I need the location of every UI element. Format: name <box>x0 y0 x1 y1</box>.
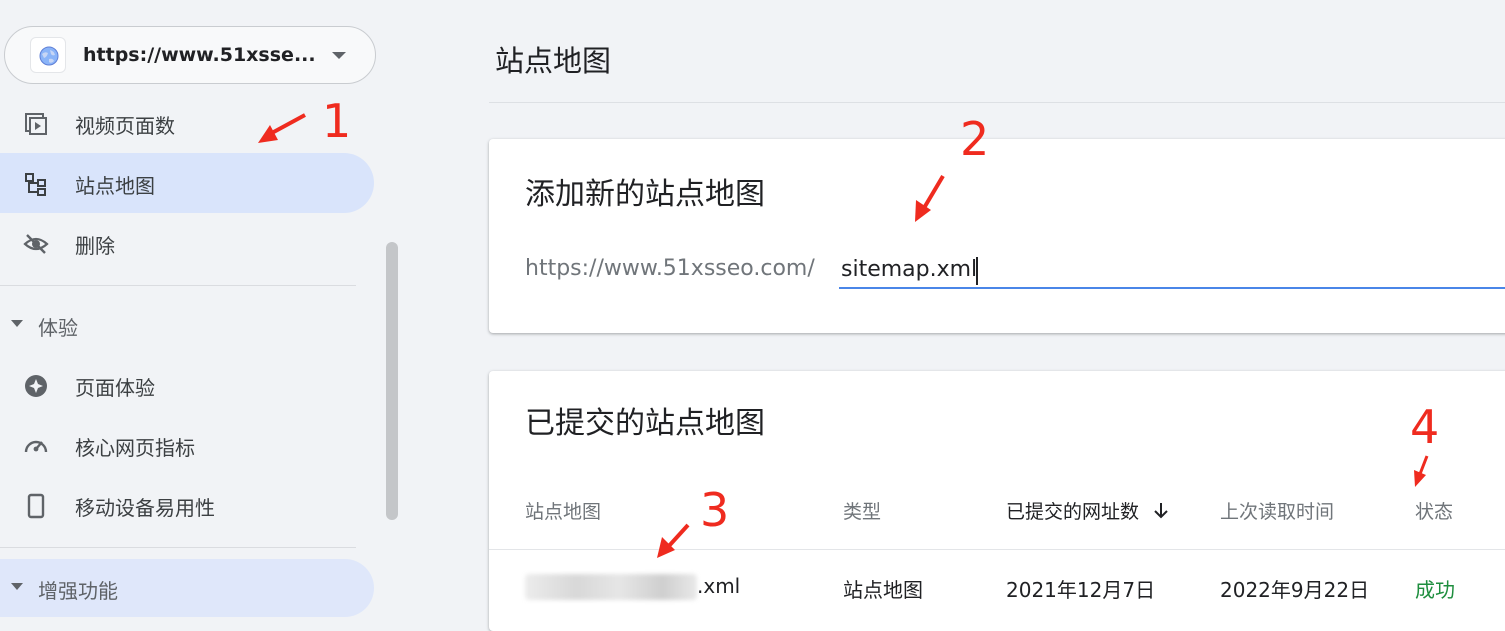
annotation-arrows <box>258 113 1429 558</box>
annotation-arrow <box>1418 455 1429 475</box>
annotation-arrowhead <box>1414 470 1426 487</box>
annotation-arrow <box>666 523 690 549</box>
annotation-arrow <box>269 113 306 136</box>
annotation-arrow <box>922 174 945 210</box>
annotation-arrowhead <box>258 125 278 143</box>
